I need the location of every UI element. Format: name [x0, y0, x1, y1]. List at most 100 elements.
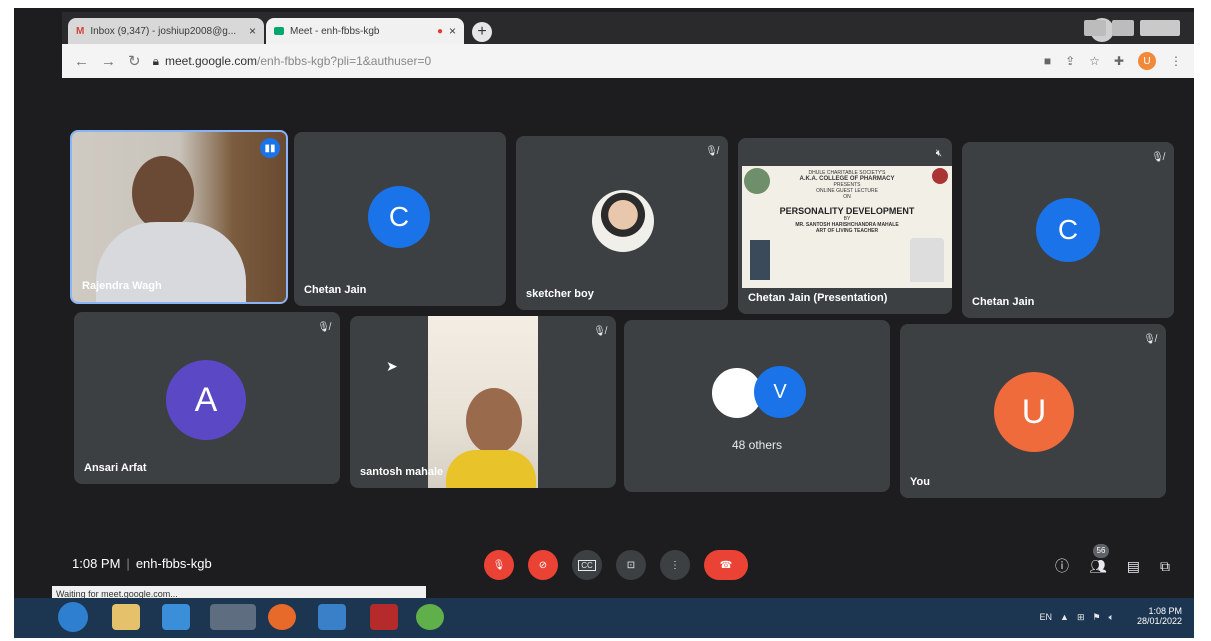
window-controls[interactable]	[1084, 20, 1180, 36]
language-indicator[interactable]: EN	[1040, 612, 1053, 623]
person-head	[466, 388, 522, 454]
extensions-icon[interactable]: ✚	[1114, 54, 1124, 68]
torrent-icon[interactable]	[416, 604, 444, 630]
recording-dot-icon: ●	[436, 25, 443, 37]
participant-avatar: C	[368, 186, 430, 248]
system-tray: EN ▲ ⊞ ⚑ 🔈︎	[1040, 612, 1114, 623]
meeting-info: 1:08 PM | enh-fbbs-kgb	[72, 556, 212, 571]
more-options-button[interactable]: ⋮	[660, 550, 690, 580]
speaking-indicator-icon: ▮▮	[260, 138, 280, 158]
clock[interactable]: 1:08 PM 28/01/2022	[1137, 606, 1182, 626]
pdf-reader-icon[interactable]	[370, 604, 398, 630]
college-logo-icon	[744, 168, 770, 194]
person-head	[132, 156, 194, 230]
camera-off-icon: ⊘	[538, 559, 548, 571]
meeting-time: 1:08 PM	[72, 556, 121, 571]
internet-explorer-icon[interactable]	[162, 604, 190, 630]
address-bar: ← → ↻ 🔒︎ meet.google.com/enh-fbbs-kgb?pl…	[62, 44, 1194, 78]
minimize-button[interactable]	[1084, 20, 1106, 36]
leave-call-button[interactable]: ☎︎	[704, 550, 748, 580]
tray-expand-icon[interactable]: ▲	[1060, 612, 1069, 623]
participant-tile[interactable]: ▮▮ Rajendra Wagh	[70, 130, 288, 304]
mic-off-icon: 🎙︎̸	[593, 326, 606, 337]
captions-button[interactable]: CC	[572, 550, 602, 580]
info-icon[interactable]: ⓘ	[1055, 556, 1069, 576]
meeting-control-bar: 1:08 PM | enh-fbbs-kgb Waiting for meet.go…	[14, 542, 1194, 602]
back-icon[interactable]: ←	[74, 53, 89, 70]
participant-avatar: C	[1036, 198, 1100, 262]
others-count: 48 others	[731, 438, 783, 452]
share-icon[interactable]: ⇪	[1065, 54, 1075, 68]
start-button[interactable]	[58, 602, 88, 632]
present-button[interactable]: ⊡	[616, 550, 646, 580]
presentation-tile[interactable]: 🔇︎ DHULE CHARITABLE SOCIETY'S A.K.A. COL…	[738, 138, 952, 314]
participant-avatar: A	[166, 360, 246, 440]
others-tile[interactable]: V 48 others	[624, 320, 890, 492]
clock-time: 1:08 PM	[1148, 606, 1182, 616]
slide-role: ART OF LIVING TEACHER	[815, 228, 879, 234]
participant-tile[interactable]: C Chetan Jain	[294, 132, 506, 306]
firefox-icon[interactable]	[268, 604, 296, 630]
participant-tile[interactable]: 🎙︎̸ A Ansari Arfat	[74, 312, 340, 484]
close-window-button[interactable]	[1140, 20, 1180, 36]
people-count-badge: 56	[1092, 543, 1109, 558]
forward-icon[interactable]: →	[101, 53, 116, 70]
meeting-code: enh-fbbs-kgb	[135, 556, 212, 571]
cc-icon: CC	[578, 559, 596, 571]
people-icon: 👥︎	[1088, 557, 1107, 574]
slide-title: PERSONALITY DEVELOPMENT	[779, 206, 915, 216]
reload-icon[interactable]: ↻	[128, 52, 141, 70]
mic-off-icon: 🎙︎̸	[705, 146, 718, 157]
self-avatar: U	[994, 372, 1074, 452]
star-icon[interactable]: ☆	[1089, 54, 1100, 68]
participant-name: Chetan Jain	[304, 284, 367, 296]
phone-hangup-icon: ☎︎	[719, 559, 733, 571]
new-tab-button[interactable]: +	[472, 22, 492, 42]
flag-icon[interactable]: ⚑	[1093, 612, 1101, 623]
profile-avatar[interactable]: U	[1138, 52, 1156, 70]
figure-icons	[750, 240, 770, 280]
present-icon: ⊡	[626, 559, 636, 571]
participant-tile[interactable]: 🎙︎̸ U You	[900, 324, 1166, 498]
mic-off-icon: 🎙︎̸	[317, 322, 330, 333]
tab-label: Meet - enh-fbbs-kgb	[290, 25, 380, 37]
maximize-button[interactable]	[1112, 20, 1134, 36]
mic-off-icon: 🎙︎̸	[1151, 152, 1164, 163]
participant-photo	[592, 190, 654, 252]
close-icon[interactable]: ×	[449, 24, 456, 38]
participant-name: Chetan Jain (Presentation)	[748, 292, 888, 304]
logo-right-icon	[932, 168, 948, 184]
chat-icon[interactable]: ▤	[1127, 558, 1140, 575]
volume-icon[interactable]: 🔈︎	[1109, 612, 1114, 623]
people-button[interactable]: 56 👥︎	[1088, 543, 1109, 575]
tab-gmail[interactable]: M Inbox (9,347) - joshiup2008@g... ×	[68, 18, 264, 44]
mic-toggle-button[interactable]: 🎙︎	[484, 550, 514, 580]
gmail-icon: M	[76, 25, 85, 37]
participant-name: Rajendra Wagh	[82, 280, 162, 292]
tab-meet[interactable]: Meet - enh-fbbs-kgb ● ×	[266, 18, 464, 44]
participant-tile[interactable]: 🎙︎̸ C Chetan Jain	[962, 142, 1174, 318]
network-icon[interactable]: ⊞	[1077, 612, 1085, 623]
screen-photo: M Inbox (9,347) - joshiup2008@g... × Mee…	[14, 8, 1194, 638]
url-path: /enh-fbbs-kgb?pli=1&authuser=0	[257, 54, 432, 68]
media-player-icon[interactable]	[318, 604, 346, 630]
speaker-photo	[910, 238, 944, 282]
file-explorer-icon[interactable]	[112, 604, 140, 630]
participant-tile[interactable]: 🎙︎̸ ➤ santosh mahale	[350, 316, 616, 488]
camera-icon[interactable]: ■	[1044, 54, 1051, 68]
lock-icon: 🔒︎	[152, 53, 159, 68]
close-icon[interactable]: ×	[249, 24, 256, 38]
participant-name: Chetan Jain	[972, 296, 1035, 308]
mute-icon: 🔇︎	[935, 148, 942, 159]
camera-toggle-button[interactable]: ⊘	[528, 550, 558, 580]
chrome-icon[interactable]	[210, 604, 256, 630]
mic-off-icon: 🎙︎̸	[1143, 334, 1156, 345]
url-field[interactable]: 🔒︎ meet.google.com/enh-fbbs-kgb?pli=1&au…	[153, 54, 432, 69]
participant-tile[interactable]: 🎙︎̸ sketcher boy	[516, 136, 728, 310]
tab-label: Inbox (9,347) - joshiup2008@g...	[90, 25, 237, 37]
participant-name: You	[910, 476, 930, 488]
activities-icon[interactable]: ⧉	[1160, 558, 1170, 575]
menu-icon[interactable]: ⋮	[1170, 54, 1182, 68]
meet-icon	[274, 27, 284, 35]
clock-date: 28/01/2022	[1136, 616, 1182, 626]
